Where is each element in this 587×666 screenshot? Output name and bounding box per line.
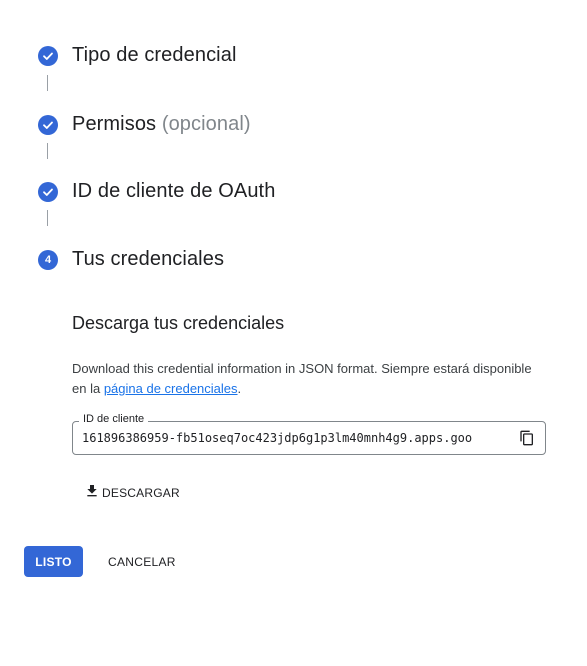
download-label: DESCARGAR	[102, 485, 180, 500]
done-button[interactable]: LISTO	[24, 546, 83, 577]
step-connector	[47, 75, 48, 91]
step-number-badge: 4	[38, 249, 58, 270]
step-your-credentials: 4 Tus credenciales	[38, 248, 224, 271]
step-connector	[47, 143, 48, 159]
step-connector	[47, 210, 48, 226]
client-id-label: ID de cliente	[79, 413, 149, 425]
step-oauth-client-id[interactable]: ID de cliente de OAuth	[38, 180, 275, 203]
step-label: Tipo de credencial	[72, 44, 237, 66]
section-description: Download this credential information in …	[72, 359, 547, 399]
step-permissions[interactable]: Permisos (opcional)	[38, 113, 251, 136]
step-credential-type[interactable]: Tipo de credencial	[38, 44, 237, 67]
step-label-text: Permisos	[72, 113, 157, 135]
step-label: Permisos (opcional)	[72, 113, 251, 136]
step-number: 4	[44, 253, 52, 266]
optional-tag: (opcional)	[161, 113, 251, 135]
section-title: Descarga tus credenciales	[72, 313, 285, 333]
check-circle-icon	[38, 181, 58, 202]
client-id-field[interactable]: ID de cliente 161896386959-fb51oseq7oc42…	[72, 413, 546, 455]
cancel-button[interactable]: CANCELAR	[98, 546, 186, 577]
credentials-page-link[interactable]: página de credenciales	[104, 381, 238, 396]
check-circle-icon	[38, 114, 58, 135]
download-icon	[84, 483, 100, 502]
step-label: Tus credenciales	[72, 248, 225, 270]
download-button[interactable]: DESCARGAR	[84, 483, 180, 502]
step-label: ID de cliente de OAuth	[72, 180, 276, 202]
description-suffix: .	[237, 381, 242, 396]
client-id-value[interactable]: 161896386959-fb51oseq7oc423jdp6g1p3lm40m…	[82, 431, 472, 445]
check-circle-icon	[38, 45, 58, 66]
copy-icon[interactable]	[519, 430, 535, 446]
